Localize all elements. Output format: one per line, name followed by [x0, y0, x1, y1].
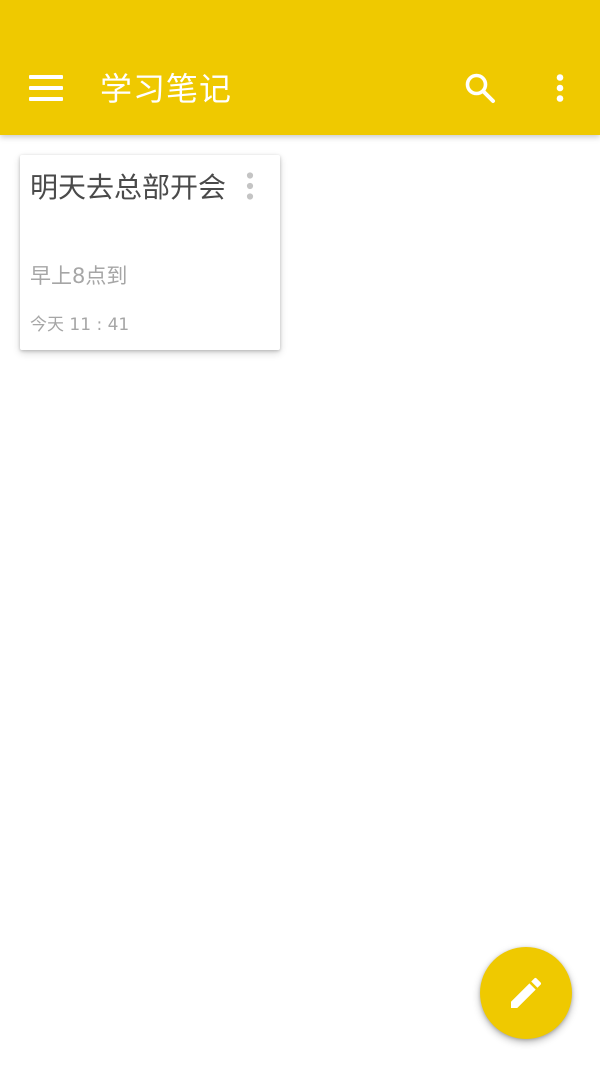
- note-body: 早上8点到: [30, 264, 128, 288]
- new-note-fab[interactable]: [480, 947, 572, 1039]
- edit-pencil-icon: [511, 977, 542, 1008]
- menu-icon: [29, 75, 63, 101]
- menu-button[interactable]: [26, 68, 66, 108]
- note-card[interactable]: 明天去总部开会 早上8点到 今天 11 : 41: [20, 155, 280, 350]
- more-vert-icon: [556, 74, 564, 102]
- more-vert-icon: [246, 172, 254, 200]
- overflow-menu-button[interactable]: [540, 68, 580, 108]
- note-title: 明天去总部开会: [30, 171, 227, 204]
- note-menu-button[interactable]: [238, 169, 262, 203]
- app-title: 学习笔记: [100, 70, 233, 108]
- app-bar: 学习笔记: [0, 0, 600, 135]
- search-icon: [465, 73, 495, 103]
- search-button[interactable]: [460, 68, 500, 108]
- note-date: 今天 11 : 41: [30, 315, 130, 335]
- notes-list: 明天去总部开会 早上8点到 今天 11 : 41: [0, 135, 600, 1067]
